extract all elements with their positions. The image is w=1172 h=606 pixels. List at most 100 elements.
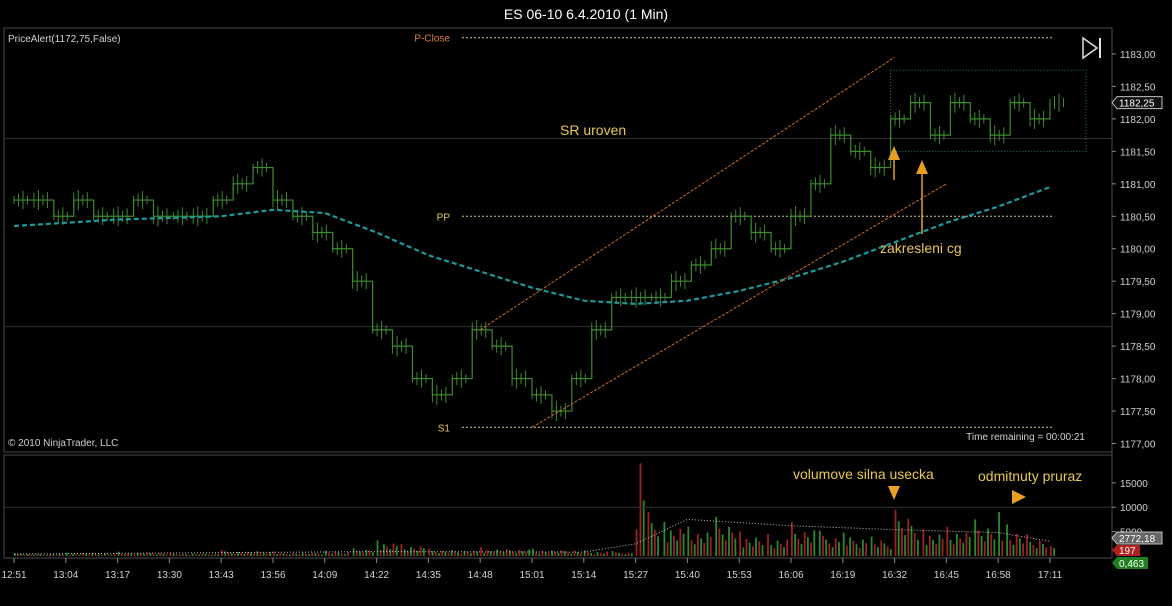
volume-bar: [104, 553, 106, 556]
volume-bar: [977, 530, 980, 556]
volume-bar: [596, 551, 599, 556]
volume-bar: [538, 553, 541, 556]
volume-bar: [907, 518, 910, 556]
volume-bar: [470, 553, 472, 556]
time-tick-label: 16:58: [986, 570, 1011, 581]
volume-bar: [392, 543, 395, 556]
volume-bar: [925, 545, 928, 556]
level-label-p-close: P-Close: [414, 34, 450, 45]
volume-bar: [630, 553, 633, 556]
volume-bar: [428, 548, 431, 556]
volume-bar: [932, 539, 934, 556]
level-lines: P-Close PP S1: [414, 34, 1054, 434]
volume-bar: [1001, 540, 1004, 556]
volume-bar: [1053, 548, 1055, 556]
volume-bar: [1050, 546, 1052, 556]
volume-bar: [611, 551, 614, 556]
volume-bar: [69, 554, 71, 556]
volume-bar: [188, 554, 191, 556]
volume-bar: [583, 550, 586, 556]
volume-bar: [250, 552, 252, 556]
volume-bar: [624, 554, 627, 556]
sr-level-annotation: SR uroven: [560, 122, 626, 138]
time-tick-label: 17:11: [1038, 570, 1063, 581]
volume-bar: [1006, 524, 1008, 556]
time-tick-label: 14:35: [416, 570, 441, 581]
volume-bar: [618, 552, 620, 556]
volume-bar: [466, 551, 469, 556]
volume-tick-label: 10000: [1120, 503, 1148, 514]
volume-bar: [328, 552, 330, 556]
volume-bar: [599, 552, 602, 556]
time-tick-label: 15:27: [623, 570, 648, 581]
volume-bar: [301, 552, 304, 556]
volume-bar: [709, 536, 712, 556]
volume-bar: [666, 542, 669, 556]
volume-bar: [182, 553, 184, 556]
volume-bar: [700, 538, 702, 556]
price-tick-label: 1182,00: [1120, 115, 1156, 126]
volume-bar: [724, 540, 727, 556]
volume-bar: [974, 519, 977, 556]
volume-bar: [162, 553, 165, 556]
volume-bar: [344, 554, 346, 556]
volume-bar: [460, 553, 463, 556]
volume-bar: [156, 554, 158, 556]
time-tick-label: 13:17: [105, 570, 130, 581]
price-tick-label: 1181,00: [1120, 180, 1156, 191]
volume-bar: [195, 553, 197, 556]
price-tick-label: 1178,00: [1120, 375, 1156, 386]
price-tick-label: 1180,00: [1120, 245, 1156, 256]
volume-bar: [748, 542, 751, 556]
volume-bar: [365, 549, 368, 556]
volume-bar: [214, 553, 216, 556]
volume-ma-label: 2772,18: [1119, 534, 1156, 545]
volume-bar: [548, 553, 550, 556]
volume-bar: [46, 554, 48, 556]
volume-bar: [786, 539, 789, 556]
volume-bar: [810, 542, 812, 556]
volume-bar: [870, 536, 873, 556]
volume-bar: [993, 539, 996, 556]
volume-bar: [803, 532, 806, 556]
volume-bar: [308, 554, 310, 556]
price-tick-label: 1177,00: [1120, 440, 1156, 451]
volume-bar: [483, 552, 486, 556]
volume-bar: [928, 535, 931, 556]
volume-bar: [362, 552, 365, 556]
volume-bar: [690, 539, 693, 556]
volume-bar: [797, 538, 800, 556]
volume-bar: [224, 551, 227, 556]
volume-bar: [715, 516, 718, 556]
volume-bar: [687, 526, 690, 556]
volume-bar: [240, 552, 243, 556]
volume-bar: [880, 540, 883, 556]
volume-bar: [1042, 543, 1044, 556]
volume-bar: [379, 549, 382, 556]
time-tick-label: 16:19: [830, 570, 855, 581]
volume-bar: [20, 554, 23, 556]
volume-bar: [493, 552, 495, 556]
volume-bar: [305, 553, 307, 556]
volume-bar: [679, 528, 682, 556]
volume-bar: [140, 553, 142, 556]
volume-bar: [990, 534, 993, 556]
volume-bar: [502, 552, 505, 556]
volume-bar: [198, 554, 200, 556]
volume-bar: [143, 554, 145, 556]
price-tick-label: 1182,50: [1120, 82, 1156, 93]
volume-bar: [956, 534, 958, 556]
skip-to-end-icon[interactable]: [1080, 36, 1106, 60]
volume-bar: [983, 541, 986, 556]
volume-bar: [450, 550, 453, 556]
volume-bar: [739, 531, 741, 556]
volume-bar: [731, 532, 734, 556]
window-title: ES 06-10 6.4.2010 (1 Min): [504, 6, 668, 22]
volume-bar: [473, 550, 475, 556]
price-tick-label: 1183,00: [1120, 50, 1156, 61]
time-tick-label: 16:32: [882, 570, 907, 581]
volume-bar: [846, 545, 848, 556]
volume-bar: [865, 543, 867, 556]
volume-bar: [253, 553, 255, 556]
volume-bar: [767, 534, 769, 556]
